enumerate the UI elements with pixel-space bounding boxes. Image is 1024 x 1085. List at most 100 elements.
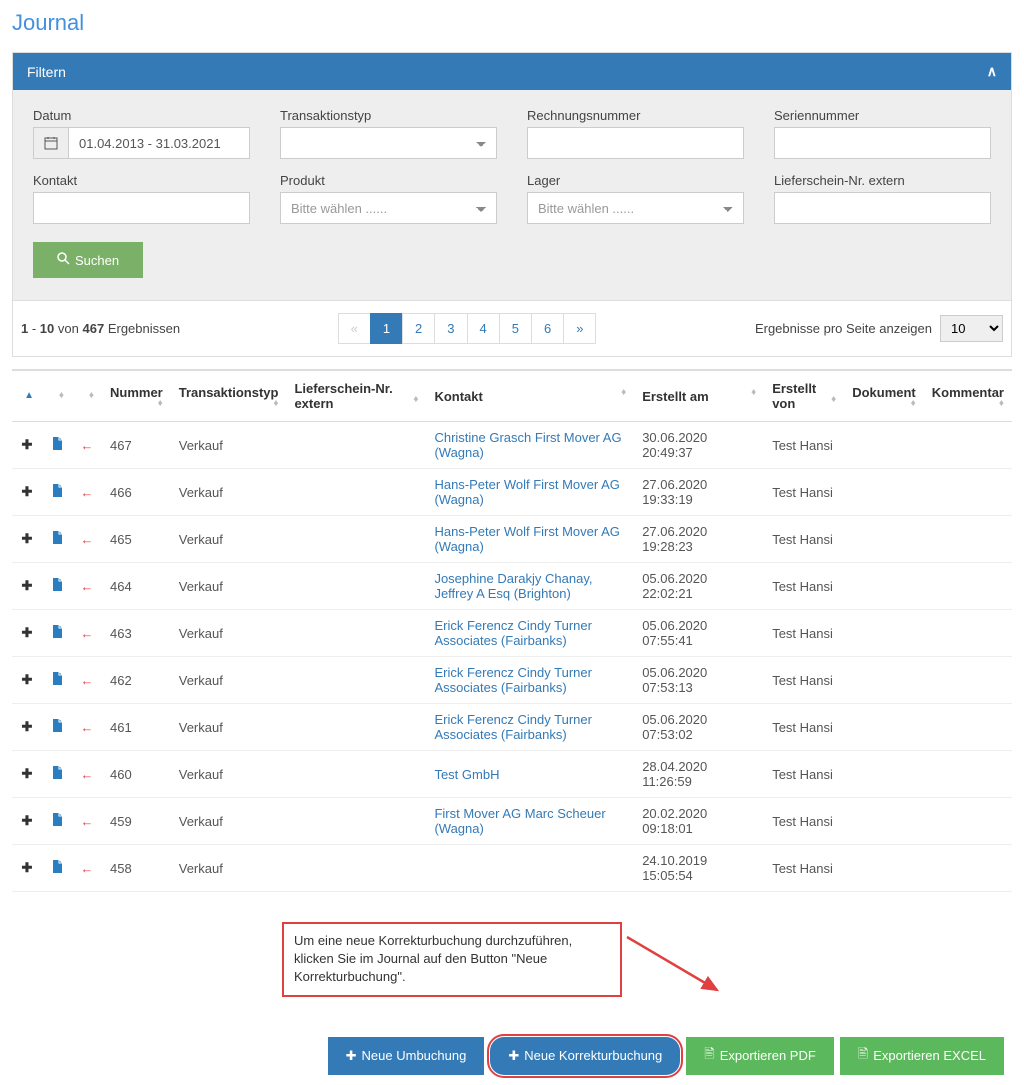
kontakt-link[interactable]: Erick Ferencz Cindy Turner Associates (F… xyxy=(434,665,592,695)
kontakt-link[interactable]: Christine Grasch First Mover AG (Wagna) xyxy=(434,430,621,460)
cell-lieferschein xyxy=(286,751,426,798)
page-1[interactable]: 1 xyxy=(370,313,403,344)
document-icon[interactable] xyxy=(50,813,64,829)
lager-label: Lager xyxy=(527,173,744,188)
expand-icon[interactable]: ✚ xyxy=(20,484,34,500)
filter-title: Filtern xyxy=(27,64,66,80)
seriennr-input[interactable] xyxy=(774,127,991,159)
cell-dokument xyxy=(844,657,924,704)
arrow-left-icon[interactable]: ← xyxy=(80,532,94,547)
col-transtyp[interactable]: Transaktionstyp♦ xyxy=(171,370,287,422)
kontakt-link[interactable]: Erick Ferencz Cindy Turner Associates (F… xyxy=(434,712,592,742)
transtyp-select[interactable] xyxy=(280,127,497,159)
lieferschein-input[interactable] xyxy=(774,192,991,224)
col-dokument[interactable]: Dokument♦ xyxy=(844,370,924,422)
expand-icon[interactable]: ✚ xyxy=(20,766,34,782)
col-erstellt-am[interactable]: Erstellt am♦ xyxy=(634,370,764,422)
page-»[interactable]: » xyxy=(563,313,596,344)
arrow-left-icon[interactable]: ← xyxy=(80,579,94,594)
table-row: ✚←466VerkaufHans-Peter Wolf First Mover … xyxy=(12,469,1012,516)
lager-select[interactable]: Bitte wählen ...... xyxy=(527,192,744,224)
expand-icon[interactable]: ✚ xyxy=(20,672,34,688)
cell-erstellt-am: 27.06.2020 19:33:19 xyxy=(634,469,764,516)
cell-erstellt-von: Test Hansi xyxy=(764,422,844,469)
filter-panel-header[interactable]: Filtern ∧ xyxy=(13,53,1011,90)
rechnr-input[interactable] xyxy=(527,127,744,159)
cell-kontakt: Christine Grasch First Mover AG (Wagna) xyxy=(426,422,634,469)
page-4[interactable]: 4 xyxy=(467,313,500,344)
expand-icon[interactable]: ✚ xyxy=(20,860,34,876)
cell-typ: Verkauf xyxy=(171,516,287,563)
expand-icon[interactable]: ✚ xyxy=(20,531,34,547)
arrow-left-icon[interactable]: ← xyxy=(80,814,94,829)
arrow-left-icon[interactable]: ← xyxy=(80,626,94,641)
col-kommentar[interactable]: Kommentar♦ xyxy=(924,370,1012,422)
col-kontakt[interactable]: Kontakt♦ xyxy=(426,370,634,422)
document-icon[interactable] xyxy=(50,437,64,453)
document-icon[interactable] xyxy=(50,672,64,688)
page-3[interactable]: 3 xyxy=(434,313,467,344)
arrow-left-icon[interactable]: ← xyxy=(80,767,94,782)
col-dir[interactable]: ♦ xyxy=(72,370,102,422)
document-icon[interactable] xyxy=(50,766,64,782)
kontakt-link[interactable]: Josephine Darakjy Chanay, Jeffrey A Esq … xyxy=(434,571,592,601)
table-row: ✚←458Verkauf24.10.2019 15:05:54Test Hans… xyxy=(12,845,1012,892)
kontakt-input[interactable] xyxy=(33,192,250,224)
page-2[interactable]: 2 xyxy=(402,313,435,344)
neue-umbuchung-button[interactable]: ✚ Neue Umbuchung xyxy=(328,1037,485,1075)
table-row: ✚←463VerkaufErick Ferencz Cindy Turner A… xyxy=(12,610,1012,657)
export-excel-button[interactable]: 🖹 Exportieren EXCEL xyxy=(840,1037,1004,1075)
arrow-left-icon[interactable]: ← xyxy=(80,438,94,453)
results-count: 1 - 10 von 467 Ergebnissen xyxy=(21,321,180,336)
kontakt-link[interactable]: Hans-Peter Wolf First Mover AG (Wagna) xyxy=(434,524,619,554)
kontakt-link[interactable]: First Mover AG Marc Scheuer (Wagna) xyxy=(434,806,605,836)
transtyp-label: Transaktionstyp xyxy=(280,108,497,123)
search-button[interactable]: Suchen xyxy=(33,242,143,278)
kontakt-link[interactable]: Test GmbH xyxy=(434,767,499,782)
neue-korrekturbuchung-button[interactable]: ✚ Neue Korrekturbuchung xyxy=(490,1037,680,1075)
page-5[interactable]: 5 xyxy=(499,313,532,344)
expand-icon[interactable]: ✚ xyxy=(20,813,34,829)
expand-icon[interactable]: ✚ xyxy=(20,437,34,453)
cell-lieferschein xyxy=(286,798,426,845)
export-pdf-button[interactable]: 🖹 Exportieren PDF xyxy=(686,1037,834,1075)
datum-input[interactable] xyxy=(68,127,250,159)
arrow-left-icon[interactable]: ← xyxy=(80,673,94,688)
document-icon[interactable] xyxy=(50,625,64,641)
expand-icon[interactable]: ✚ xyxy=(20,719,34,735)
cell-nummer: 461 xyxy=(102,704,171,751)
col-expand[interactable]: ▲ xyxy=(12,370,42,422)
page-«[interactable]: « xyxy=(338,313,371,344)
per-page-select[interactable]: 10 xyxy=(940,315,1003,342)
produkt-select[interactable]: Bitte wählen ...... xyxy=(280,192,497,224)
seriennr-label: Seriennummer xyxy=(774,108,991,123)
col-lieferschein[interactable]: Lieferschein-Nr. extern♦ xyxy=(286,370,426,422)
expand-icon[interactable]: ✚ xyxy=(20,578,34,594)
document-icon[interactable] xyxy=(50,578,64,594)
cell-kontakt: First Mover AG Marc Scheuer (Wagna) xyxy=(426,798,634,845)
col-nummer[interactable]: Nummer♦ xyxy=(102,370,171,422)
col-erstellt-von[interactable]: Erstellt von♦ xyxy=(764,370,844,422)
journal-table: ▲ ♦ ♦ Nummer♦ Transaktionstyp♦ Liefersch… xyxy=(12,369,1012,892)
cell-lieferschein xyxy=(286,422,426,469)
cell-lieferschein xyxy=(286,516,426,563)
cell-lieferschein xyxy=(286,610,426,657)
document-icon[interactable] xyxy=(50,484,64,500)
arrow-left-icon[interactable]: ← xyxy=(80,861,94,876)
arrow-left-icon[interactable]: ← xyxy=(80,720,94,735)
table-row: ✚←461VerkaufErick Ferencz Cindy Turner A… xyxy=(12,704,1012,751)
cell-dokument xyxy=(844,563,924,610)
cell-kontakt: Hans-Peter Wolf First Mover AG (Wagna) xyxy=(426,516,634,563)
col-doc[interactable]: ♦ xyxy=(42,370,72,422)
arrow-left-icon[interactable]: ← xyxy=(80,485,94,500)
calendar-icon[interactable] xyxy=(33,127,68,159)
document-icon[interactable] xyxy=(50,719,64,735)
page-6[interactable]: 6 xyxy=(531,313,564,344)
document-icon[interactable] xyxy=(50,860,64,876)
search-icon xyxy=(57,252,70,268)
cell-typ: Verkauf xyxy=(171,610,287,657)
expand-icon[interactable]: ✚ xyxy=(20,625,34,641)
document-icon[interactable] xyxy=(50,531,64,547)
kontakt-link[interactable]: Erick Ferencz Cindy Turner Associates (F… xyxy=(434,618,592,648)
kontakt-link[interactable]: Hans-Peter Wolf First Mover AG (Wagna) xyxy=(434,477,619,507)
